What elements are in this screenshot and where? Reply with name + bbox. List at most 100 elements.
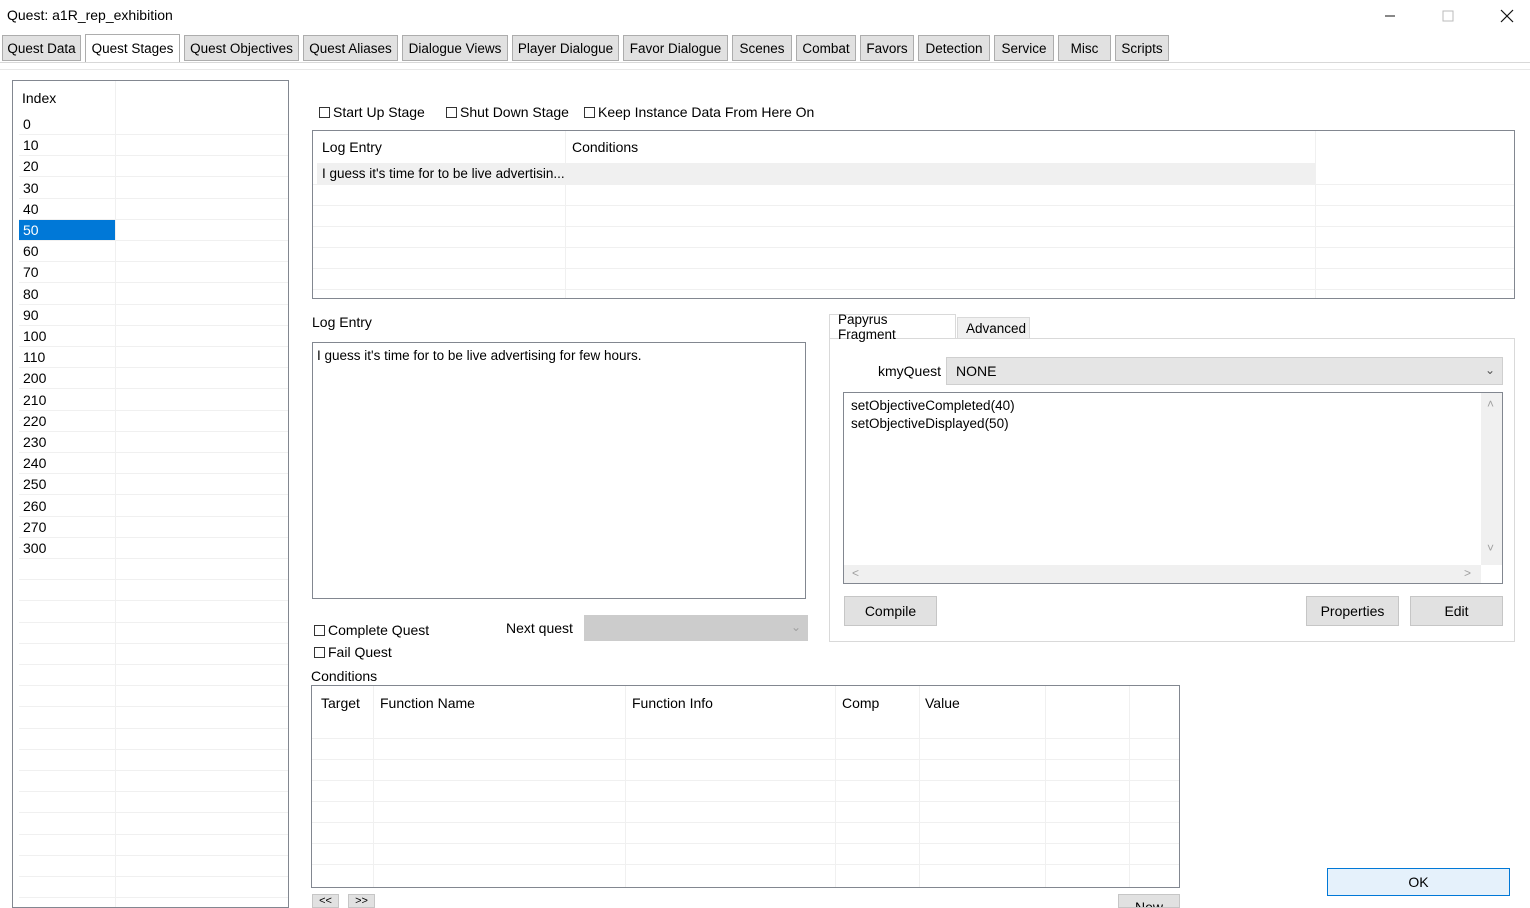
checkbox-box[interactable]: [319, 106, 330, 118]
tab-quest-objectives[interactable]: Quest Objectives: [184, 35, 299, 61]
stage-list-item[interactable]: 220: [19, 411, 288, 432]
fail-quest-checkbox[interactable]: Fail Quest: [314, 644, 392, 660]
value-column-header[interactable]: Value: [925, 695, 960, 711]
stage-list-item[interactable]: 300: [19, 538, 288, 559]
stage-index-value: 30: [23, 179, 39, 196]
stage-list-item[interactable]: 250: [19, 474, 288, 496]
empty-list-row: [19, 686, 288, 708]
tab-label: Favor Dialogue: [629, 40, 722, 56]
stage-list-item[interactable]: 90: [19, 305, 288, 326]
window-title: Quest: a1R_rep_exhibition: [7, 7, 173, 23]
log-entry-column-header[interactable]: Log Entry: [322, 139, 382, 155]
comp-column-header[interactable]: Comp: [842, 695, 879, 711]
papyrus-code-editor[interactable]: setObjectiveCompleted(40) setObjectiveDi…: [843, 392, 1503, 584]
code-line: setObjectiveDisplayed(50): [851, 416, 1009, 431]
stage-list-item[interactable]: 110: [19, 347, 288, 369]
keep-instance-data-checkbox[interactable]: Keep Instance Data From Here On: [584, 104, 814, 120]
stage-list-item[interactable]: 270: [19, 517, 288, 538]
tab-combat[interactable]: Combat: [796, 35, 856, 61]
conditions-column-header[interactable]: Conditions: [572, 139, 638, 155]
tab-favor-dialogue[interactable]: Favor Dialogue: [623, 35, 728, 61]
conditions-table[interactable]: Target Function Name Function Info Comp …: [311, 685, 1180, 888]
new-condition-button[interactable]: New: [1118, 894, 1180, 908]
tab-scripts[interactable]: Scripts: [1115, 35, 1169, 61]
edit-button[interactable]: Edit: [1410, 596, 1503, 626]
vertical-scrollbar[interactable]: ˄ ˅: [1481, 393, 1502, 565]
stage-list-item[interactable]: 200: [19, 368, 288, 390]
tab-label: Quest Objectives: [190, 40, 293, 56]
arrow-up-icon[interactable]: ˄: [1487, 397, 1494, 411]
tab-player-dialogue[interactable]: Player Dialogue: [512, 35, 619, 61]
properties-button[interactable]: Properties: [1306, 596, 1399, 626]
column-separator: [835, 686, 836, 887]
checkbox-box[interactable]: [314, 646, 325, 658]
minimize-icon: [1385, 15, 1395, 17]
checkbox-box[interactable]: [314, 624, 325, 636]
close-button[interactable]: [1478, 0, 1530, 32]
empty-list-row: [19, 792, 288, 814]
stage-list-item[interactable]: 30: [19, 178, 288, 199]
tab-quest-stages[interactable]: Quest Stages: [85, 34, 180, 63]
stage-list-item[interactable]: 210: [19, 390, 288, 411]
empty-list-row: [19, 559, 288, 581]
tab-label: Favors: [866, 40, 908, 56]
next-quest-dropdown[interactable]: ⌄: [584, 615, 808, 641]
stage-list-item[interactable]: 240: [19, 453, 288, 475]
stage-list-item[interactable]: 260: [19, 496, 288, 517]
target-column-header[interactable]: Target: [321, 695, 360, 711]
tab-papyrus-fragment[interactable]: Papyrus Fragment: [829, 312, 956, 342]
arrow-down-icon[interactable]: ˅: [1487, 541, 1494, 555]
log-entries-table[interactable]: Log Entry Conditions I guess it's time f…: [312, 130, 1515, 299]
horizontal-scrollbar[interactable]: < >: [844, 565, 1481, 583]
next-button[interactable]: >>: [348, 894, 375, 908]
stage-list-item[interactable]: 60: [19, 241, 288, 263]
function-info-column-header[interactable]: Function Info: [632, 695, 713, 711]
log-entry-textarea[interactable]: I guess it's time for to be live adverti…: [312, 342, 806, 599]
checkbox-box[interactable]: [446, 106, 457, 118]
checkbox-box[interactable]: [584, 106, 595, 118]
tab-dialogue-views[interactable]: Dialogue Views: [402, 35, 508, 61]
kmyquest-label: kmyQuest: [878, 363, 942, 379]
ok-button[interactable]: OK: [1327, 868, 1510, 896]
tab-service[interactable]: Service: [994, 35, 1054, 61]
stage-list-item[interactable]: 230: [19, 432, 288, 453]
tab-quest-aliases[interactable]: Quest Aliases: [303, 35, 398, 61]
maximize-icon: [1442, 10, 1454, 22]
tab-detection[interactable]: Detection: [918, 35, 990, 61]
maximize-button[interactable]: [1419, 0, 1477, 32]
tab-misc[interactable]: Misc: [1058, 35, 1111, 61]
stage-index-value: 230: [23, 434, 47, 450]
stage-list-item[interactable]: 80: [19, 284, 288, 305]
tab-label: Advanced: [966, 320, 1027, 336]
stage-list-item[interactable]: 40: [19, 199, 288, 220]
empty-list-row: [19, 814, 288, 835]
stage-list-item[interactable]: 70: [19, 262, 288, 284]
minimize-button[interactable]: [1361, 0, 1419, 32]
tab-quest-data[interactable]: Quest Data: [2, 35, 81, 61]
arrow-right-icon[interactable]: >: [1464, 566, 1471, 580]
stage-list-item[interactable]: 0: [19, 114, 288, 135]
function-name-column-header[interactable]: Function Name: [380, 695, 475, 711]
button-label: >>: [355, 895, 368, 907]
stage-list-item[interactable]: 50: [19, 220, 288, 241]
start-up-stage-checkbox[interactable]: Start Up Stage: [319, 104, 425, 120]
row-line: [312, 738, 1179, 739]
tab-favors[interactable]: Favors: [860, 35, 914, 61]
tab-scenes[interactable]: Scenes: [732, 35, 792, 61]
index-column-header[interactable]: Index: [22, 90, 56, 106]
stage-index-value: 60: [23, 243, 39, 260]
compile-button[interactable]: Compile: [844, 596, 937, 626]
stage-list-item[interactable]: 20: [19, 156, 288, 178]
stage-list-item[interactable]: 10: [19, 135, 288, 157]
stage-index-list[interactable]: Index 0 10 20 30 40 50 60 70 80 90 100 110 200 210 220…: [12, 80, 289, 908]
log-entry-cell[interactable]: I guess it's time for to be live adverti…: [322, 166, 565, 181]
empty-list-row: [19, 729, 288, 750]
complete-quest-checkbox[interactable]: Complete Quest: [314, 622, 429, 638]
tab-advanced[interactable]: Advanced: [957, 317, 1030, 339]
previous-button[interactable]: <<: [312, 894, 339, 908]
arrow-left-icon[interactable]: <: [852, 566, 859, 580]
log-entry-text: I guess it's time for to be live adverti…: [317, 348, 642, 363]
shut-down-stage-checkbox[interactable]: Shut Down Stage: [446, 104, 569, 120]
stage-list-item[interactable]: 100: [19, 326, 288, 347]
kmyquest-dropdown[interactable]: NONE ⌄: [946, 357, 1503, 385]
